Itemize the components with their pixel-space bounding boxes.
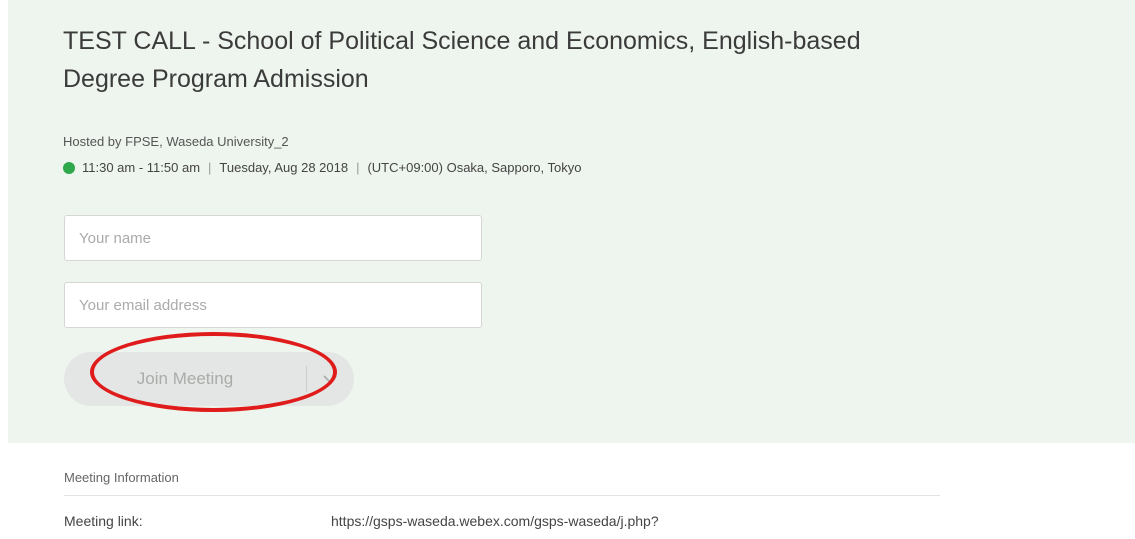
- separator: |: [356, 160, 360, 175]
- email-input[interactable]: [64, 282, 482, 328]
- meeting-link-value[interactable]: https://gsps-waseda.webex.com/gsps-wased…: [331, 513, 659, 529]
- chevron-down-icon: [323, 374, 337, 383]
- separator: |: [208, 160, 212, 175]
- join-meeting-control: Join Meeting: [64, 352, 354, 406]
- meeting-date: Tuesday, Aug 28 2018: [219, 160, 349, 175]
- meeting-time-range: 11:30 am - 11:50 am: [82, 160, 201, 175]
- join-meeting-button[interactable]: Join Meeting: [64, 352, 306, 406]
- meeting-schedule: 11:30 am - 11:50 am | Tuesday, Aug 28 20…: [63, 160, 581, 175]
- meeting-timezone: (UTC+09:00) Osaka, Sapporo, Tokyo: [367, 160, 582, 175]
- meeting-join-page: TEST CALL - School of Political Science …: [0, 0, 1135, 539]
- meeting-information-heading: Meeting Information: [64, 470, 179, 485]
- meeting-host: Hosted by FPSE, Waseda University_2: [63, 134, 289, 149]
- meeting-link-label: Meeting link:: [64, 513, 143, 529]
- status-dot-icon: [63, 161, 75, 174]
- name-input[interactable]: [64, 215, 482, 261]
- section-divider: [64, 495, 940, 496]
- join-options-dropdown[interactable]: [307, 352, 353, 406]
- meeting-title: TEST CALL - School of Political Science …: [63, 27, 861, 93]
